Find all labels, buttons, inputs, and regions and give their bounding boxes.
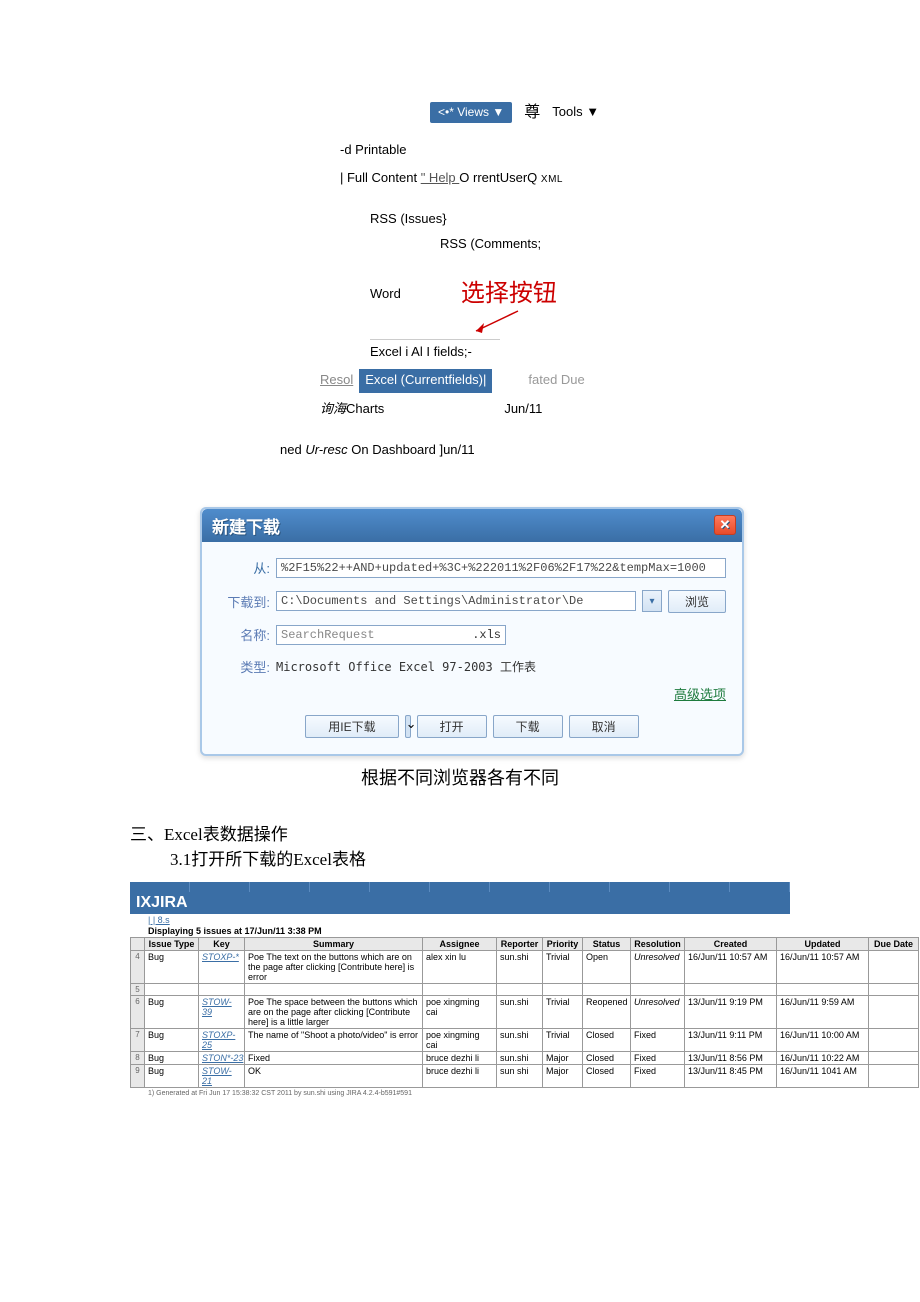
new-download-dialog: 新建下载 ✕ 从: 下载到: ▾ 浏览 名称: . — [200, 507, 744, 756]
views-tools-panel: <•* Views ▼ 尊 Tools ▼ -d Printable | Ful… — [350, 100, 730, 420]
col-issue-type: Issue Type — [145, 937, 199, 950]
from-url-input[interactable] — [276, 558, 726, 578]
jun11-label: Jun/11 — [504, 399, 542, 420]
printable-link[interactable]: -d Printable — [340, 126, 730, 163]
rss-issues-link[interactable]: RSS (Issues} — [370, 191, 730, 232]
section-3-heading: 三、Excel表数据操作 — [130, 820, 790, 845]
table-row: 5 — [131, 983, 919, 995]
excel-title: IXJIRA — [130, 892, 790, 914]
excel-current-fields-button[interactable]: Excel (Currentfields)| — [359, 369, 492, 393]
col-status: Status — [583, 937, 631, 950]
download-to-label: 下载到: — [218, 592, 270, 611]
excel-footer-note: 1) Generated at Fri Jun 17 15:38:32 CST … — [130, 1088, 790, 1097]
zun-glyph: 尊 — [524, 100, 540, 126]
current-user-label: O rrentUserQ — [459, 170, 541, 185]
fated-due-label: fated Due — [528, 370, 584, 391]
type-label: 类型: — [218, 657, 270, 676]
col-created: Created — [685, 937, 777, 950]
ur-resc-label: Ur-resc — [305, 442, 347, 457]
word-link[interactable]: Word — [370, 284, 401, 305]
file-type-value: Microsoft Office Excel 97-2003 工作表 — [276, 658, 536, 675]
name-label: 名称: — [218, 625, 270, 644]
col-reporter: Reporter — [497, 937, 543, 950]
table-row: 7BugSTOXP-25The name of "Shoot a photo/v… — [131, 1028, 919, 1051]
cancel-button[interactable]: 取消 — [569, 715, 639, 738]
excel-preview: IXJIRA | | 8.s Displaying 5 issues at 17… — [130, 882, 790, 1097]
col-due-date: Due Date — [869, 937, 919, 950]
file-extension-label: .xls — [472, 628, 501, 642]
help-link[interactable]: " Help — [421, 170, 460, 185]
footer-divider: ⌄ — [405, 715, 411, 738]
dialog-title: 新建下载 — [212, 513, 280, 538]
excel-sub: | | 8.s — [130, 914, 790, 925]
charts-link[interactable]: Charts — [346, 401, 384, 416]
col-assignee: Assignee — [423, 937, 497, 950]
excel-table: Issue Type Key Summary Assignee Reporter… — [130, 937, 919, 1088]
col-key: Key — [199, 937, 245, 950]
browse-button[interactable]: 浏览 — [668, 590, 726, 613]
table-row: 9BugSTOW-21OKbruce dezhi lisun shiMajorC… — [131, 1064, 919, 1087]
tools-dropdown[interactable]: Tools ▼ — [552, 102, 599, 123]
col-priority: Priority — [543, 937, 583, 950]
rss-comments-link[interactable]: RSS (Comments; — [440, 232, 730, 257]
excel-header-row: Issue Type Key Summary Assignee Reporter… — [131, 937, 919, 950]
advanced-options-link[interactable]: 高级选项 — [674, 684, 726, 703]
select-button-annotation: 选择按钮 — [461, 275, 557, 313]
dashboard-label: On Dashboard ]un/11 — [348, 442, 475, 457]
ned-prefix: ned — [280, 442, 305, 457]
dialog-caption: 根据不同浏览器各有不同 — [200, 764, 720, 790]
excel-displaying-label: Displaying 5 issues at 17/Jun/11 3:38 PM — [130, 925, 790, 937]
charts-prefix: 询海 — [320, 401, 346, 416]
close-icon[interactable]: ✕ — [714, 515, 736, 535]
views-dropdown[interactable]: <•* Views ▼ — [430, 102, 512, 123]
excel-all-fields-link[interactable]: Excel i Al I fields;- — [370, 339, 500, 365]
ie-download-button[interactable]: 用IE下载 — [305, 715, 398, 738]
from-label: 从: — [218, 558, 270, 577]
table-row: 6BugSTOW-39Poe The space between the but… — [131, 995, 919, 1028]
resolution-link[interactable]: Resol — [320, 370, 353, 391]
table-row: 4BugSTOXP-*Poe The text on the buttons w… — [131, 950, 919, 983]
path-dropdown-icon[interactable]: ▾ — [642, 590, 662, 612]
table-row: 8BugSTON*-23Fixedbruce dezhi lisun.shiMa… — [131, 1051, 919, 1064]
download-path-input[interactable] — [276, 591, 636, 611]
section-3-1-heading: 3.1打开所下载的Excel表格 — [170, 845, 790, 870]
col-resolution: Resolution — [631, 937, 685, 950]
download-button[interactable]: 下载 — [493, 715, 563, 738]
col-summary: Summary — [245, 937, 423, 950]
filename-input[interactable] — [281, 628, 472, 642]
open-button[interactable]: 打开 — [417, 715, 487, 738]
col-updated: Updated — [777, 937, 869, 950]
full-content-label: | Full Content — [340, 170, 421, 185]
xml-link[interactable]: XML — [541, 174, 563, 185]
